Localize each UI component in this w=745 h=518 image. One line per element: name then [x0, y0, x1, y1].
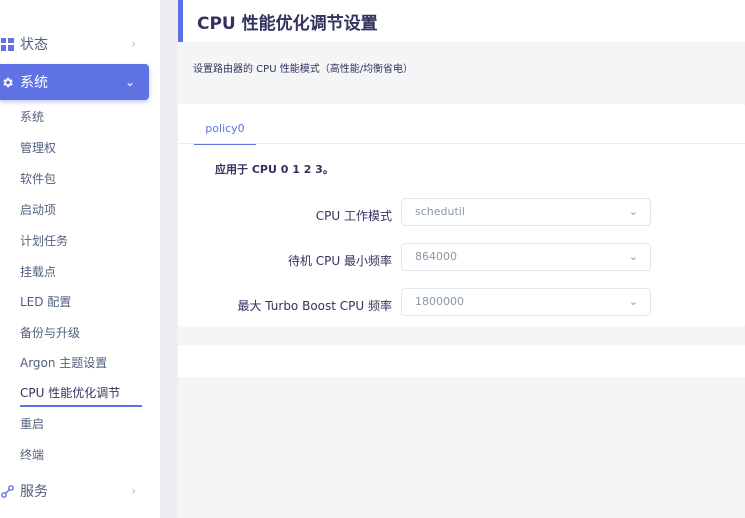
- sidebar-item-backup[interactable]: 备份与升级: [20, 320, 80, 346]
- share-icon: [0, 484, 14, 498]
- sidebar-scroll-track: [161, 0, 178, 518]
- sidebar-item-startup[interactable]: 启动项: [20, 197, 56, 223]
- menu-item-system-label: 系统: [20, 75, 48, 91]
- chevron-down-icon: ⌄: [628, 205, 638, 218]
- max-freq-label: 最大 Turbo Boost CPU 频率: [237, 299, 392, 313]
- sidebar-item-admin[interactable]: 管理权: [20, 135, 56, 161]
- min-freq-select[interactable]: 864000 ⌄: [401, 243, 651, 271]
- min-freq-label: 待机 CPU 最小频率: [287, 254, 392, 268]
- sidebar-item-system[interactable]: 系统: [20, 104, 44, 130]
- chevron-down-icon: ⌄: [628, 295, 638, 308]
- applies-to-text: 应用于 CPU 0 1 2 3。: [215, 163, 334, 176]
- tab-divider: [178, 143, 745, 144]
- chevron-down-icon: ⌄: [124, 75, 135, 89]
- chevron-right-icon: ›: [131, 37, 136, 51]
- sidebar-item-packages[interactable]: 软件包: [20, 166, 56, 192]
- sidebar-item-argon[interactable]: Argon 主题设置: [20, 350, 107, 376]
- active-item-underline: [20, 405, 142, 407]
- chevron-right-icon: ›: [131, 484, 136, 498]
- max-freq-value: 1800000: [415, 295, 464, 308]
- sidebar: 状态 › 系统 ⌄ 系统 管理权 软件包 启动项 计划任务 挂载点 LED 配置…: [0, 0, 160, 518]
- sidebar-item-crontab[interactable]: 计划任务: [20, 228, 68, 254]
- menu-item-services[interactable]: 服务 ›: [0, 474, 150, 508]
- sidebar-item-terminal[interactable]: 终端: [20, 442, 44, 468]
- page-header: CPU 性能优化调节设置: [178, 0, 745, 42]
- sidebar-item-led[interactable]: LED 配置: [20, 289, 71, 315]
- page-description: 设置路由器的 CPU 性能模式（高性能/均衡省电）: [193, 64, 414, 75]
- cpu-governor-select[interactable]: schedutil ⌄: [401, 198, 651, 226]
- menu-item-status[interactable]: 状态 ›: [0, 27, 150, 61]
- grid-icon: [0, 37, 14, 51]
- cpu-governor-value: schedutil: [415, 205, 465, 218]
- sidebar-item-cpu-perf[interactable]: CPU 性能优化调节: [20, 380, 120, 406]
- tab-policy0[interactable]: policy0: [194, 114, 256, 145]
- settings-panel: policy0 应用于 CPU 0 1 2 3。 CPU 工作模式 schedu…: [178, 104, 745, 327]
- menu-item-system[interactable]: 系统 ⌄: [0, 64, 149, 100]
- menu-item-status-label: 状态: [20, 37, 48, 53]
- chevron-down-icon: ⌄: [628, 250, 638, 263]
- actions-panel: [178, 345, 745, 377]
- gear-icon: [0, 75, 14, 89]
- max-freq-select[interactable]: 1800000 ⌄: [401, 288, 651, 316]
- menu-item-services-label: 服务: [20, 484, 48, 500]
- cpu-governor-label: CPU 工作模式: [315, 209, 392, 223]
- page-title: CPU 性能优化调节设置: [197, 14, 378, 34]
- min-freq-value: 864000: [415, 250, 457, 263]
- sidebar-item-reboot[interactable]: 重启: [20, 411, 44, 437]
- sidebar-item-mounts[interactable]: 挂载点: [20, 259, 56, 285]
